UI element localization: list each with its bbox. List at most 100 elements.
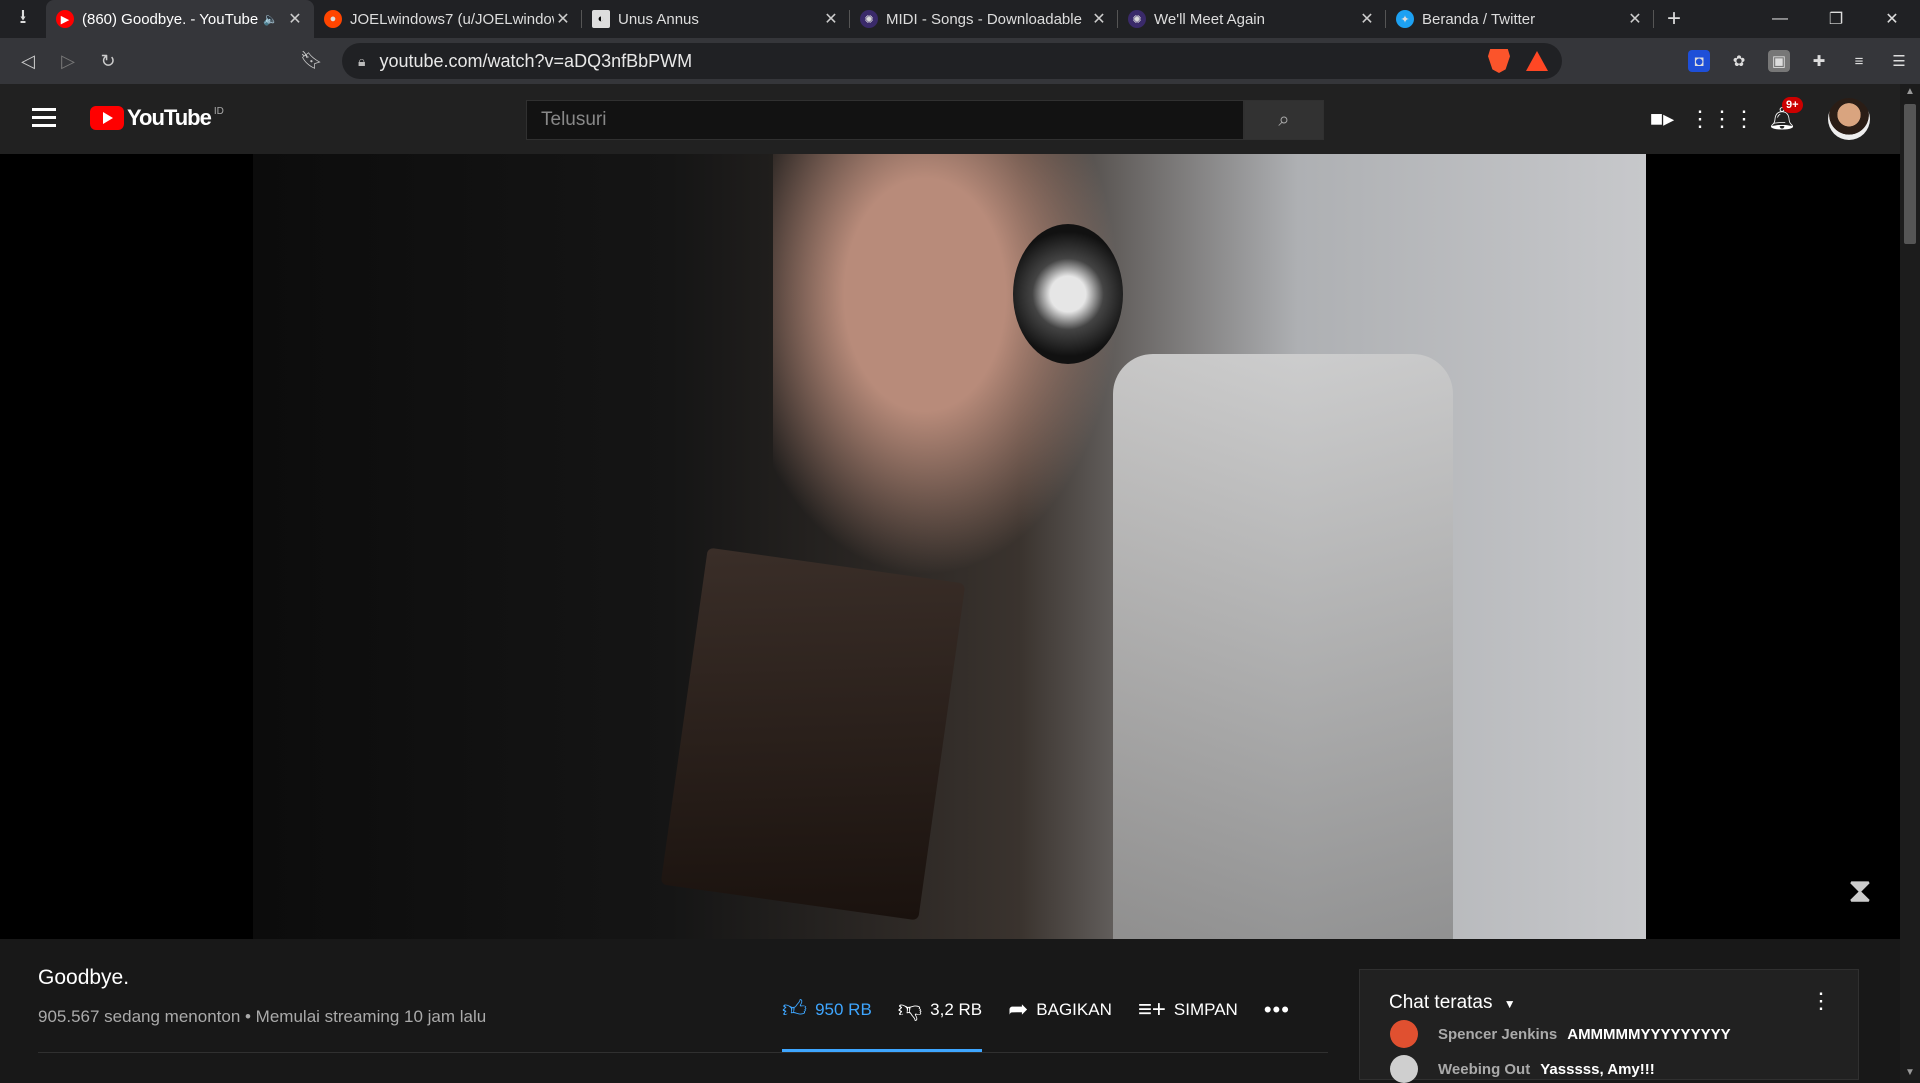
youtube-logo[interactable]: YouTube ID [90, 106, 224, 130]
brave-shields-icon[interactable] [1488, 49, 1510, 73]
logo-text: YouTube [127, 105, 212, 130]
live-chat: Chat teratas ▼ ⋮ Spencer Jenkins AMMMMMY… [1359, 969, 1859, 1083]
chat-text: Yasssss, Amy!!! [1540, 1060, 1655, 1078]
close-tab-icon[interactable]: ✕ [286, 9, 304, 29]
chat-header-label: Chat teratas [1389, 992, 1493, 1013]
close-tab-icon[interactable]: ✕ [822, 9, 840, 29]
share-button[interactable]: ➦ BAGIKAN [1008, 995, 1112, 1024]
tab-title: (860) Goodbye. - YouTube [82, 10, 259, 28]
video-actions: 👍︎ 950 RB 👎︎ 3,2 RB ➦ BAGIKAN ≡+ SIMPAN … [782, 995, 1290, 1024]
youtube-play-icon [90, 106, 124, 130]
playlist-add-icon: ≡+ [1137, 995, 1166, 1023]
avatar [1390, 1020, 1418, 1048]
new-tab-button[interactable]: + [1654, 0, 1694, 38]
save-label: SIMPAN [1173, 999, 1238, 1019]
dislike-count: 3,2 RB [930, 999, 983, 1019]
pocket-watch [1013, 224, 1123, 364]
extension-gear-icon[interactable]: ✿ [1728, 50, 1750, 72]
share-icon: ➦ [1008, 996, 1029, 1023]
country-code: ID [213, 106, 224, 117]
tab-midi-songs[interactable]: ✺ MIDI - Songs - Downloadable ✕ [850, 0, 1118, 38]
search-input[interactable]: Telusuri [526, 100, 1244, 140]
speaker-icon[interactable]: 🔈 [263, 12, 278, 26]
close-tab-icon[interactable]: ✕ [1090, 9, 1108, 29]
video-title: Goodbye. [38, 966, 130, 989]
thumbs-down-icon: 👎︎ [897, 995, 923, 1023]
midi-icon: ✺ [860, 10, 878, 28]
divider [38, 1052, 1328, 1053]
tab-well-meet-again[interactable]: ✺ We'll Meet Again ✕ [1118, 0, 1386, 38]
dislike-button[interactable]: 👎︎ 3,2 RB [898, 996, 982, 1024]
back-icon[interactable]: ◁ [8, 41, 48, 81]
reddit-icon: ● [324, 10, 342, 28]
account-avatar[interactable] [1828, 98, 1870, 140]
apps-grid-icon[interactable]: ⋮⋮⋮ [1689, 105, 1755, 133]
close-tab-icon[interactable]: ✕ [1358, 9, 1376, 29]
page-scrollbar[interactable]: ▲ ▼ [1900, 84, 1920, 1080]
wooden-box [660, 547, 966, 921]
video-meta: 905.567 sedang menonton • Memulai stream… [38, 1007, 487, 1026]
chat-message: Spencer Jenkins AMMMMMYYYYYYYYY [1390, 1020, 1731, 1048]
close-tab-icon[interactable]: ✕ [554, 9, 572, 29]
scroll-up-icon[interactable]: ▲ [1900, 86, 1920, 97]
close-tab-icon[interactable]: ✕ [1626, 9, 1644, 29]
twitter-icon: ✦ [1396, 10, 1414, 28]
media-playlist-icon[interactable]: ≡ [1848, 50, 1870, 72]
hourglass-watermark-icon: ⧗ [1848, 872, 1872, 910]
save-button[interactable]: ≡+ SIMPAN [1138, 996, 1238, 1024]
tab-title: JOELwindows7 (u/JOELwindows7) [350, 10, 554, 28]
notifications-bell-icon[interactable]: 🔔︎ 9+ [1768, 97, 1803, 133]
tab-youtube[interactable]: ▶ (860) Goodbye. - YouTube 🔈 ✕ [46, 0, 314, 38]
browser-menu-icon[interactable]: ☰ [1888, 50, 1910, 72]
reload-icon[interactable]: ↻ [88, 41, 128, 81]
unus-annus-icon: ◐ [592, 10, 610, 28]
like-button[interactable]: 👍︎ 950 RB [782, 996, 872, 1024]
browser-toolbar: ◁ ▷ ↻ 🔖︎ 🔒︎ youtube.com/watch?v=aDQ3nfBb… [0, 38, 1920, 84]
window-controls: — ❐ ✕ [1752, 0, 1920, 38]
forward-icon[interactable]: ▷ [48, 41, 88, 81]
tab-title: Beranda / Twitter [1422, 10, 1536, 28]
chat-author[interactable]: Weebing Out [1438, 1061, 1530, 1078]
tab-title: MIDI - Songs - Downloadable [886, 10, 1082, 28]
extensions-puzzle-icon[interactable]: ✚ [1808, 50, 1830, 72]
address-bar[interactable]: 🔒︎ youtube.com/watch?v=aDQ3nfBbPWM [342, 43, 1562, 79]
browser-tab-strip: ⭳ ▶ (860) Goodbye. - YouTube 🔈 ✕ ● JOELw… [0, 0, 1920, 38]
chat-menu-icon[interactable]: ⋮ [1810, 988, 1832, 1014]
extension-shield-icon[interactable]: ◘ [1688, 50, 1710, 72]
tab-twitter[interactable]: ✦ Beranda / Twitter ✕ [1386, 0, 1654, 38]
extension-square-icon[interactable]: ▣ [1768, 50, 1790, 72]
video-frame[interactable] [253, 154, 1646, 939]
youtube-header: YouTube ID Telusuri ⌕ ■▸ ⋮⋮⋮ 🔔︎ 9+ [0, 84, 1900, 154]
url-text[interactable]: youtube.com/watch?v=aDQ3nfBbPWM [379, 51, 692, 72]
menu-icon[interactable] [32, 108, 56, 128]
tab-unus-annus[interactable]: ◐ Unus Annus ✕ [582, 0, 850, 38]
search-icon: ⌕ [1278, 108, 1290, 131]
like-count: 950 RB [815, 999, 872, 1019]
scroll-down-icon[interactable]: ▼ [1900, 1067, 1920, 1078]
close-window-icon[interactable]: ✕ [1864, 0, 1920, 38]
search-button[interactable]: ⌕ [1244, 100, 1324, 140]
tab-title: Unus Annus [618, 10, 699, 28]
brave-rewards-icon[interactable] [1526, 51, 1548, 71]
chat-text: AMMMMMYYYYYYYYY [1567, 1025, 1731, 1043]
tab-title: We'll Meet Again [1154, 10, 1265, 28]
search-bar: Telusuri ⌕ [526, 100, 1324, 140]
restore-icon[interactable]: ❐ [1808, 0, 1864, 38]
youtube-icon: ▶ [56, 10, 74, 28]
chat-author[interactable]: Spencer Jenkins [1438, 1026, 1557, 1043]
video-player[interactable]: ⧗ [0, 154, 1900, 939]
create-video-icon[interactable]: ■▸ [1648, 105, 1676, 133]
chat-mode-dropdown[interactable]: Chat teratas ▼ [1389, 992, 1516, 1014]
chat-message: Weebing Out Yasssss, Amy!!! [1390, 1055, 1655, 1083]
notification-badge: 9+ [1782, 97, 1803, 113]
midi-icon: ✺ [1128, 10, 1146, 28]
lock-icon[interactable]: 🔒︎ [358, 53, 365, 70]
more-actions-icon[interactable]: ••• [1264, 997, 1290, 1023]
tab-reddit[interactable]: ● JOELwindows7 (u/JOELwindows7) ✕ [314, 0, 582, 38]
minimize-icon[interactable]: — [1752, 0, 1808, 38]
download-icon[interactable]: ⭳ [0, 0, 46, 38]
scrollbar-thumb[interactable] [1904, 104, 1916, 244]
share-label: BAGIKAN [1036, 999, 1112, 1019]
bookmark-icon[interactable]: 🔖︎ [300, 50, 323, 71]
chevron-down-icon: ▼ [1503, 997, 1516, 1011]
